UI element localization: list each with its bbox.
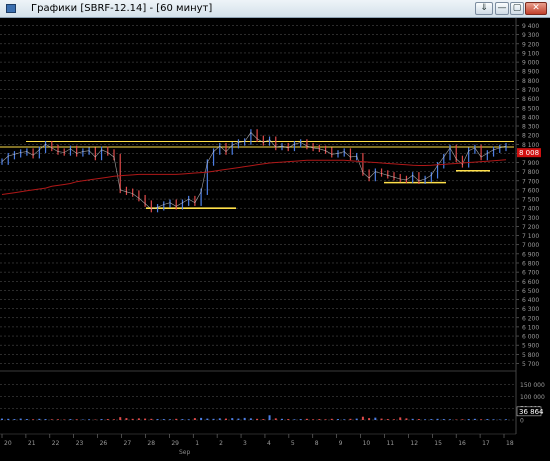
current-price-label: 8 008: [519, 149, 539, 157]
price-tick-label: 7 700: [522, 178, 539, 185]
pin-button[interactable]: ⇓: [475, 2, 493, 15]
minimize-button[interactable]: —: [495, 2, 509, 15]
time-tick-label: 28: [147, 440, 155, 447]
time-tick-label: 2: [219, 440, 223, 447]
volume-tick-label: 150 000: [520, 382, 545, 389]
price-tick-label: 8 100: [522, 142, 539, 149]
price-tick-label: 7 500: [522, 197, 539, 204]
time-tick-label: 15: [434, 440, 442, 447]
price-tick-label: 6 500: [522, 288, 539, 295]
price-tick-label: 8 200: [522, 133, 539, 140]
price-tick-label: 6 100: [522, 324, 539, 331]
time-tick-label: 11: [386, 440, 394, 447]
time-tick-label: 18: [506, 440, 514, 447]
time-tick-label: 16: [458, 440, 466, 447]
maximize-button[interactable]: ▢: [510, 2, 524, 15]
window-title: Графики [SBRF-12.14] - [60 минут]: [31, 3, 213, 14]
price-tick-label: 5 800: [522, 352, 539, 359]
volume-tick-label: 100 000: [520, 394, 545, 401]
price-tick-label: 5 900: [522, 343, 539, 350]
price-tick-label: 8 800: [522, 78, 539, 85]
title-bar: Графики [SBRF-12.14] - [60 минут] ⇓ — ▢ …: [0, 0, 550, 18]
price-chart[interactable]: 9 4009 3009 2009 1009 0008 9008 8008 700…: [0, 18, 550, 461]
price-tick-label: 7 600: [522, 187, 539, 194]
volume-axis: 150 000100 00050 0000: [520, 382, 545, 424]
moving-average-line: [1, 159, 507, 195]
price-tick-label: 6 900: [522, 251, 539, 258]
time-tick-label: 27: [124, 440, 132, 447]
time-tick-label: 12: [410, 440, 418, 447]
time-tick-label: 23: [76, 440, 84, 447]
price-tick-label: 6 000: [522, 334, 539, 341]
price-tick-label: 9 300: [522, 32, 539, 39]
price-tick-label: 6 700: [522, 270, 539, 277]
price-tick-label: 9 100: [522, 50, 539, 57]
price-tick-label: 6 800: [522, 260, 539, 267]
chart-window-icon: [6, 4, 16, 13]
price-tick-label: 8 300: [522, 124, 539, 131]
volume-series: [1, 415, 507, 420]
close-button[interactable]: ✕: [525, 2, 547, 15]
price-grid: [0, 25, 516, 364]
price-tick-label: 8 700: [522, 87, 539, 94]
current-volume-label: 36 864: [519, 408, 544, 416]
time-tick-label: 10: [363, 440, 371, 447]
price-tick-label: 7 800: [522, 169, 539, 176]
volume-tick-label: 0: [520, 418, 524, 425]
price-tick-label: 7 400: [522, 206, 539, 213]
time-tick-label: 8: [315, 440, 319, 447]
price-tick-label: 6 300: [522, 306, 539, 313]
price-tick-label: 6 600: [522, 279, 539, 286]
price-tick-label: 7 100: [522, 233, 539, 240]
time-tick-label: 26: [100, 440, 108, 447]
month-label: Sep: [179, 449, 191, 456]
time-tick-label: 9: [339, 440, 343, 447]
price-tick-label: 9 200: [522, 41, 539, 48]
price-tick-label: 8 600: [522, 96, 539, 103]
price-tick-label: 6 200: [522, 315, 539, 322]
time-tick-label: 4: [267, 440, 271, 447]
time-tick-label: 17: [482, 440, 490, 447]
time-tick-label: 21: [28, 440, 36, 447]
time-tick-label: 5: [291, 440, 295, 447]
time-tick-label: 1: [195, 440, 199, 447]
time-tick-label: 29: [171, 440, 179, 447]
time-tick-label: 20: [4, 440, 12, 447]
price-tick-label: 5 700: [522, 361, 539, 368]
price-tick-label: 8 400: [522, 114, 539, 121]
price-tick-label: 8 500: [522, 105, 539, 112]
price-axis: 9 400 9 300 9 200 9 100 9 000 8 900 8 800 8 700…: [516, 23, 539, 368]
time-axis: 20 21 22 23 26 27 28 29 1 2 3 4 5 8 9 10 11 12 15 16 17 18: [0, 433, 516, 447]
price-tick-label: 7 200: [522, 224, 539, 231]
time-tick-label: 22: [52, 440, 60, 447]
price-tick-label: 8 900: [522, 69, 539, 76]
close-line: [1, 131, 507, 210]
price-tick-label: 7 900: [522, 160, 539, 167]
price-tick-label: 9 000: [522, 60, 539, 67]
time-tick-label: 3: [243, 440, 247, 447]
price-tick-label: 9 400: [522, 23, 539, 30]
price-tick-label: 7 000: [522, 242, 539, 249]
price-tick-label: 6 400: [522, 297, 539, 304]
volume-grid: [0, 384, 516, 421]
price-tick-label: 7 300: [522, 215, 539, 222]
